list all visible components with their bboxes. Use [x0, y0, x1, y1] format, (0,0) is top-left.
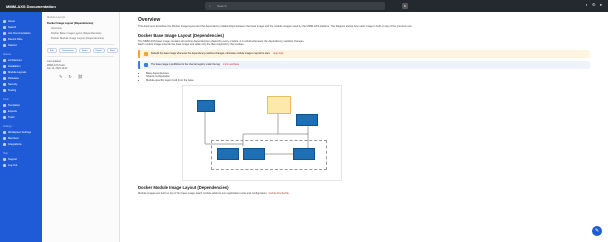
- edit-button[interactable]: Edit: [47, 48, 57, 53]
- info-text: The base image is published to the inter…: [151, 63, 220, 67]
- page-title: Overview: [138, 17, 161, 23]
- main-content: Overview This document describes the Doc…: [120, 12, 608, 242]
- folder-icon: [3, 70, 6, 74]
- folder-icon: [3, 58, 6, 62]
- module-text: Module images are built on top of the ba…: [138, 191, 268, 195]
- share-button[interactable]: Share: [78, 48, 91, 53]
- trash-icon: [3, 115, 6, 119]
- warning-icon: [144, 51, 148, 56]
- link-icon[interactable]: ⛓: [78, 74, 83, 79]
- section-heading-module: Docker Module Image Layout (Dependencies…: [138, 184, 229, 190]
- bullet-list: Base dependencies Shared configuration M…: [146, 72, 590, 83]
- divider: [47, 56, 114, 57]
- page-actions: Edit Permissions Share Export More: [47, 48, 118, 53]
- export-icon: [3, 109, 6, 113]
- nav-item-integrations[interactable]: Integrations: [0, 141, 42, 147]
- nav-label: Releases: [8, 76, 19, 80]
- info-code: mmm-axs/base: [222, 63, 240, 67]
- warning-text: Rebuild the base image whenever the depe…: [151, 52, 271, 56]
- diagram-node-module-c: [293, 147, 315, 160]
- divider: [47, 44, 114, 45]
- base-paragraph-2: Each module image extends the base image…: [138, 43, 245, 47]
- nav-label: Integrations: [8, 142, 22, 146]
- nav-label: Testing: [8, 88, 17, 92]
- settings-icon[interactable]: ⚙: [592, 2, 596, 7]
- nav-label: Trash: [8, 115, 15, 119]
- nav-label: Security: [8, 82, 18, 86]
- nav-label: ALL Documentation: [8, 31, 31, 35]
- comment-icon[interactable]: ✎: [59, 74, 62, 79]
- pencil-icon: ✎: [594, 228, 600, 234]
- recent-icon: [3, 37, 6, 41]
- docs-icon: [3, 31, 6, 35]
- export-button[interactable]: Export: [92, 48, 105, 53]
- diagram-node-module-a: [217, 147, 239, 160]
- more-button[interactable]: More: [106, 48, 118, 53]
- diagram-node-runtime: [296, 113, 318, 126]
- search-icon: ⌕: [209, 4, 211, 8]
- nav-item-logout[interactable]: Log Out: [0, 162, 42, 168]
- module-paragraph-1: Module images are built on top of the ba…: [138, 192, 590, 196]
- app-title: MMM-AXS Documentation: [6, 3, 56, 9]
- tree-heading: Module Layouts: [47, 16, 66, 19]
- search-icon: [3, 25, 6, 29]
- dependency-diagram: [182, 84, 342, 181]
- nav-label: Search: [8, 25, 17, 29]
- folder-icon: [3, 64, 6, 68]
- star-icon: [3, 43, 6, 47]
- nav-item-trash[interactable]: Trash: [0, 114, 42, 120]
- user-icon[interactable]: ●: [600, 2, 602, 7]
- folder-icon: [3, 76, 6, 80]
- nav-label: Support: [8, 157, 18, 161]
- folder-icon: [3, 82, 6, 86]
- edit-fab-button[interactable]: ✎: [592, 226, 602, 236]
- info-icon: [144, 62, 148, 67]
- nav-label: Exports: [8, 109, 17, 113]
- nav-label: Templates: [8, 103, 20, 107]
- search-placeholder: Search: [217, 4, 227, 8]
- page-tree-panel: Module Layouts Docker Image Layout (Depe…: [42, 12, 120, 242]
- section-heading-base: Docker Base Image Layout (Dependencies): [138, 32, 224, 38]
- nav-label: Workspace Settings: [8, 130, 32, 134]
- history-icon[interactable]: ↻: [68, 74, 71, 79]
- home-icon: [3, 19, 6, 23]
- module-code: module.Dockerfile: [268, 191, 289, 195]
- nav-label: Architecture: [8, 58, 22, 62]
- meta-date: Jan 12, 2024 10:42: [47, 67, 68, 71]
- folder-icon: [3, 88, 6, 92]
- plug-icon: [3, 142, 6, 146]
- search-input[interactable]: ⌕ Search: [205, 2, 385, 10]
- theme-icon[interactable]: ◐: [586, 2, 588, 7]
- nav-label: Home: [8, 19, 15, 23]
- info-callout: The base image is published to the inter…: [138, 60, 590, 69]
- warning-code: deps.lock: [273, 52, 284, 56]
- nav-label: Recent Files: [8, 37, 23, 41]
- diagram-node-module-b: [243, 147, 265, 160]
- nav-label: Members: [8, 136, 19, 140]
- top-bar: MMM-AXS Documentation ⌕ Search K ◐ ⚙ ●: [0, 0, 608, 12]
- template-icon: [3, 103, 6, 107]
- logout-icon: [3, 163, 6, 167]
- nav-label: Installation: [8, 64, 21, 68]
- top-bar-icons: ◐ ⚙ ●: [586, 2, 602, 7]
- diagram-node-base: [197, 99, 215, 112]
- users-icon: [3, 136, 6, 140]
- diagram-node-note: [267, 95, 291, 114]
- gear-icon: [3, 130, 6, 134]
- page-tools: ✎ ↻ ⛓: [47, 74, 114, 79]
- list-item: Module-specific layers built from the ba…: [146, 79, 590, 83]
- search-shortcut: K: [402, 3, 408, 9]
- tree-subitem[interactable]: Docker Module Image Layout (Dependencies…: [47, 36, 114, 41]
- nav-label: Starred: [8, 43, 17, 47]
- nav-item-starred[interactable]: Starred: [0, 42, 42, 48]
- permissions-button[interactable]: Permissions: [58, 48, 77, 53]
- nav-label: Log Out: [8, 163, 18, 167]
- nav-label: Module Layouts: [8, 70, 27, 74]
- nav-item-testing[interactable]: Testing: [0, 87, 42, 93]
- help-icon: [3, 157, 6, 161]
- intro-text: This document describes the Docker image…: [138, 25, 413, 28]
- sidebar: Home Search ALL Documentation Recent Fil…: [0, 12, 42, 242]
- warning-callout: Rebuild the base image whenever the depe…: [138, 49, 590, 58]
